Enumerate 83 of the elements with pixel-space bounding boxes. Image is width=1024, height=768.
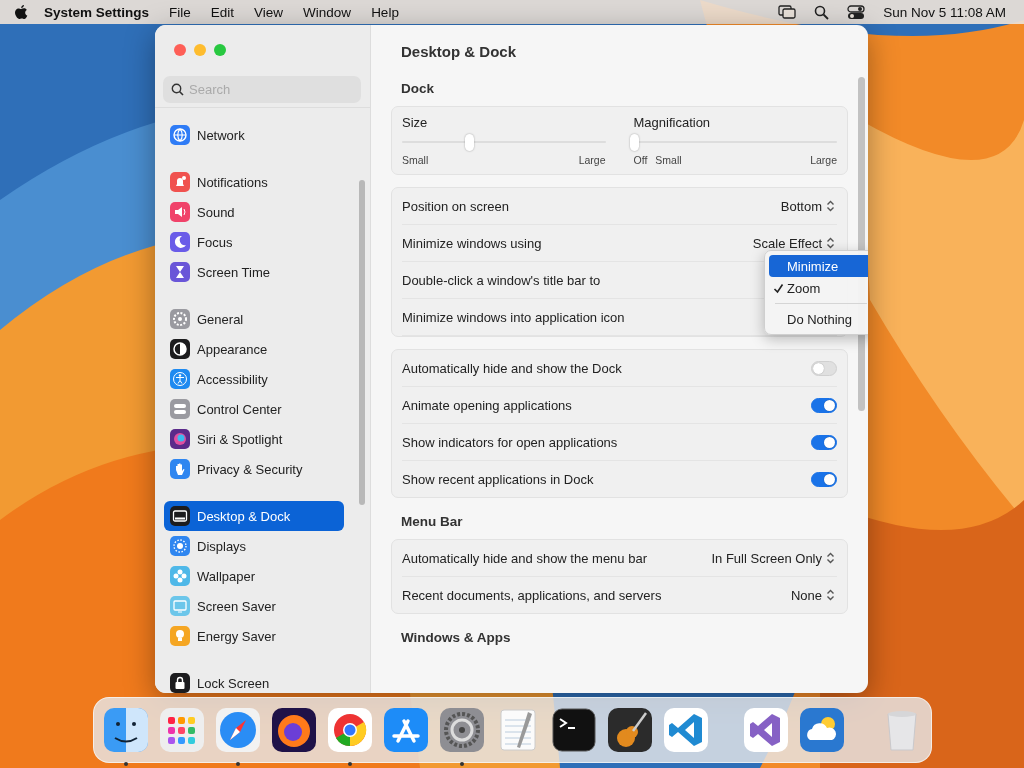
sidebar-item[interactable]: Lock Screen <box>164 668 344 693</box>
scrollbar[interactable] <box>858 77 865 411</box>
face-icon[interactable] <box>102 706 150 754</box>
setting-label: Minimize windows using <box>402 235 542 251</box>
toggle-switch[interactable] <box>811 434 837 450</box>
sidebar-item[interactable]: Privacy & Security <box>164 454 344 484</box>
menu-item[interactable]: Window <box>293 4 362 20</box>
tick-label: Large <box>810 154 837 166</box>
windows-icon[interactable] <box>778 5 797 19</box>
select-control[interactable]: In Full Screen Only <box>709 550 837 566</box>
checkmark-icon <box>773 282 784 294</box>
chevron-updown-icon <box>826 237 835 249</box>
setting-label: Automatically hide and show the menu bar <box>402 550 647 566</box>
section-heading: Windows & Apps <box>400 629 512 647</box>
setting-label: Show indicators for open applications <box>402 434 618 450</box>
chevron-updown-icon <box>826 552 835 564</box>
tick-label: Small <box>402 154 429 166</box>
sidebar-item[interactable]: Focus <box>164 227 344 257</box>
search-icon <box>171 83 184 96</box>
sidebar-item[interactable]: Sound <box>164 197 344 227</box>
color-ring-icon[interactable] <box>326 706 374 754</box>
sidebar-item[interactable]: Notifications <box>164 167 344 197</box>
section-heading: Menu Bar <box>400 513 464 531</box>
apple-icon[interactable] <box>14 4 28 20</box>
sidebar-item[interactable]: Control Center <box>164 394 344 424</box>
gear-icon[interactable] <box>438 706 486 754</box>
flame-globe-icon[interactable] <box>270 706 318 754</box>
sidebar-item[interactable]: Energy Saver <box>164 621 344 651</box>
slider-label: Magnification <box>633 115 712 130</box>
menu-item[interactable]: View <box>244 4 294 20</box>
sidebar-item[interactable]: Desktop & Dock <box>164 501 344 531</box>
search-icon[interactable] <box>814 4 830 20</box>
chevron-updown-icon <box>826 589 835 601</box>
sidebar-item[interactable]: General <box>164 304 344 334</box>
sidebar-item[interactable]: Wallpaper <box>164 561 344 591</box>
setting-label: Animate opening applications <box>402 397 572 413</box>
page-title: Desktop & Dock <box>400 42 518 62</box>
sidebar-item[interactable]: Accessibility <box>164 364 344 394</box>
sidebar-item[interactable]: Siri & Spotlight <box>164 424 344 454</box>
clock[interactable]: Sun Nov 5 11:08 AM <box>883 4 1010 20</box>
app-menu[interactable]: System Settings <box>28 4 160 20</box>
slider-thumb[interactable] <box>629 134 639 151</box>
menu-item[interactable]: Edit <box>200 4 245 20</box>
slider-track[interactable] <box>402 134 606 150</box>
tick-label: Large <box>578 154 606 166</box>
setting-label: Show recent applications in Dock <box>402 471 594 487</box>
toggle-switch[interactable] <box>811 397 837 413</box>
select-control[interactable]: Bottom <box>778 198 837 214</box>
slider-label: Size <box>402 115 429 130</box>
section-heading: Dock <box>400 80 435 98</box>
guitar-icon[interactable] <box>606 706 654 754</box>
control-center-icon[interactable] <box>847 4 866 20</box>
sidebar-item[interactable]: Screen Saver <box>164 591 344 621</box>
setting-label: Automatically hide and show the Dock <box>402 360 622 376</box>
chevron-updown-icon <box>826 200 835 212</box>
menu-option[interactable]: Do Nothing <box>769 308 868 330</box>
code-ribbon-icon[interactable] <box>662 706 710 754</box>
menu-item[interactable]: File <box>159 4 201 20</box>
slider-thumb[interactable] <box>465 134 475 151</box>
scrollbar[interactable] <box>359 180 365 505</box>
toggle-switch[interactable] <box>811 471 837 487</box>
menu-option[interactable]: Minimize <box>769 255 868 277</box>
slider-track[interactable] <box>633 134 837 150</box>
setting-label: Recent documents, applications, and servers <box>402 587 662 603</box>
select-control[interactable]: Scale Effect <box>750 235 837 251</box>
compass-icon[interactable] <box>214 706 262 754</box>
setting-label: Minimize windows into application icon <box>402 309 625 325</box>
tick-label: Off <box>633 154 648 166</box>
sidebar-item[interactable]: Screen Time <box>164 257 344 287</box>
setting-label: Position on screen <box>402 198 509 214</box>
strokes-icon[interactable] <box>382 706 430 754</box>
tick-label: Small <box>655 154 682 166</box>
menu-option[interactable]: Zoom <box>769 277 868 299</box>
close-button[interactable] <box>174 44 186 56</box>
sidebar-item[interactable]: Displays <box>164 531 344 561</box>
sidebar-item[interactable]: Appearance <box>164 334 344 364</box>
cloud-sun-icon[interactable] <box>798 706 846 754</box>
terminal-icon[interactable] <box>550 706 598 754</box>
select-control[interactable]: None <box>788 587 837 603</box>
menu-item[interactable]: Help <box>361 4 409 20</box>
setting-label: Double-click a window's title bar to <box>402 272 601 288</box>
sidebar-item[interactable]: Network <box>164 120 344 150</box>
app-grid-icon[interactable] <box>158 706 206 754</box>
